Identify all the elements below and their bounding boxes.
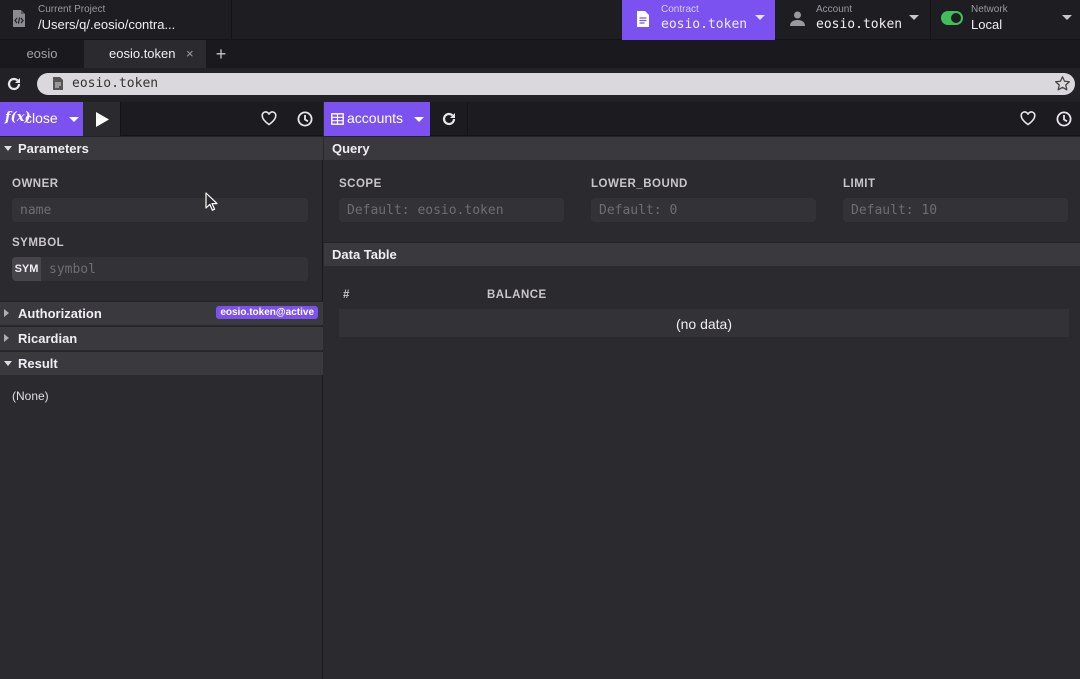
query-section-header: Query [324, 136, 1080, 160]
chevron-down-icon [414, 117, 424, 122]
current-project-path: /Users/q/.eosio/contra... [38, 17, 176, 32]
authorization-badge: eosio.token@active [216, 306, 318, 319]
authorization-section-header[interactable]: Authorization eosio.token@active [0, 301, 323, 325]
limit-placeholder: Default: 10 [851, 203, 938, 218]
address-bar: eosio.token [0, 68, 1080, 102]
run-action-button[interactable] [83, 102, 121, 136]
current-project-selector[interactable]: Current Project /Users/q/.eosio/contra..… [0, 0, 232, 40]
account-value: eosio.token [816, 17, 903, 32]
table-icon [331, 113, 344, 125]
refresh-icon[interactable] [6, 76, 22, 95]
symbol-placeholder: symbol [49, 262, 96, 277]
chevron-down-icon [1062, 15, 1072, 20]
parameters-section-header[interactable]: Parameters [0, 136, 323, 160]
contract-value: eosio.token [661, 17, 748, 32]
limit-label: LIMIT [843, 178, 876, 190]
caret-right-icon [4, 334, 9, 342]
ricardian-section-header[interactable]: Ricardian [0, 326, 323, 350]
caret-down-icon [4, 361, 12, 366]
cursor-icon [205, 192, 218, 214]
heart-icon[interactable] [261, 111, 277, 129]
action-name: close [25, 110, 58, 126]
refresh-icon [442, 112, 456, 126]
scope-placeholder: Default: eosio.token [347, 203, 504, 218]
file-code-icon [12, 9, 26, 31]
network-caption: Network [971, 4, 1008, 15]
account-caption: Account [816, 4, 853, 15]
lower-bound-label: LOWER_BOUND [591, 178, 688, 190]
top-bar: Current Project /Users/q/.eosio/contra..… [0, 0, 1080, 40]
contract-selector[interactable]: Contract eosio.token [622, 0, 775, 40]
query-title: Query [332, 141, 370, 156]
parameters-title: Parameters [18, 141, 89, 156]
star-icon[interactable] [1054, 75, 1071, 95]
table-row: (no data) [339, 309, 1069, 337]
result-text: (None) [12, 389, 49, 403]
lower-bound-input[interactable]: Default: 0 [591, 198, 816, 222]
table-panel: accounts Query SCOPE Default: eosio.toke… [324, 102, 1080, 679]
heart-icon[interactable] [1020, 111, 1036, 129]
chevron-down-icon [909, 15, 919, 20]
empty-table-message: (no data) [675, 316, 733, 332]
contract-caption: Contract [661, 4, 699, 15]
table-toolbar: accounts [324, 102, 1080, 136]
table-selector-button[interactable]: accounts [324, 102, 430, 136]
caret-right-icon [4, 309, 9, 317]
account-selector[interactable]: Account eosio.token [775, 0, 931, 40]
column-header-index[interactable]: # [343, 289, 350, 301]
chevron-down-icon [69, 117, 79, 122]
lower-bound-placeholder: Default: 0 [599, 203, 678, 218]
clock-icon[interactable] [297, 111, 313, 130]
tab-label: eosio.token [109, 46, 176, 61]
toggle-icon [941, 11, 963, 28]
refresh-table-button[interactable] [430, 102, 468, 136]
limit-input[interactable]: Default: 10 [843, 198, 1068, 222]
action-toolbar: f(x) close [0, 102, 323, 136]
data-table-section-header: Data Table [324, 242, 1080, 266]
network-selector[interactable]: Network Local [931, 0, 1080, 40]
play-icon [96, 112, 109, 127]
document-icon [637, 11, 649, 30]
action-selector-button[interactable]: f(x) close [0, 102, 83, 136]
chevron-down-icon [755, 15, 765, 20]
action-panel: f(x) close Parameters OWNER name SYMBOL … [0, 102, 323, 679]
column-header-balance[interactable]: BALANCE [487, 289, 547, 301]
tab-eosio[interactable]: eosio [0, 40, 84, 68]
owner-placeholder: name [20, 203, 52, 218]
owner-label: OWNER [12, 178, 59, 190]
data-table-header-row: # BALANCE [339, 285, 1069, 309]
table-name: accounts [347, 110, 404, 126]
clock-icon[interactable] [1056, 111, 1072, 130]
current-project-caption: Current Project [38, 4, 106, 15]
ricardian-title: Ricardian [18, 331, 78, 346]
document-icon [53, 77, 63, 93]
user-icon [790, 11, 805, 29]
network-value: Local [971, 17, 1003, 32]
url-field[interactable]: eosio.token [37, 73, 1075, 95]
scope-label: SCOPE [339, 178, 382, 190]
result-section-header[interactable]: Result [0, 351, 323, 375]
tab-close-icon[interactable]: × [186, 40, 194, 68]
result-title: Result [18, 356, 58, 371]
authorization-title: Authorization [18, 306, 102, 321]
url-text: eosio.token [72, 76, 159, 91]
symbol-input[interactable]: SYM symbol [12, 257, 308, 281]
scope-input[interactable]: Default: eosio.token [339, 198, 564, 222]
tab-strip: eosio eosio.token × + [0, 40, 1080, 68]
add-tab-button[interactable]: + [212, 40, 230, 68]
data-table-title: Data Table [332, 247, 397, 262]
caret-down-icon [4, 146, 12, 151]
owner-input[interactable]: name [12, 198, 308, 222]
symbol-label: SYMBOL [12, 237, 65, 249]
symbol-prefix: SYM [12, 257, 41, 281]
